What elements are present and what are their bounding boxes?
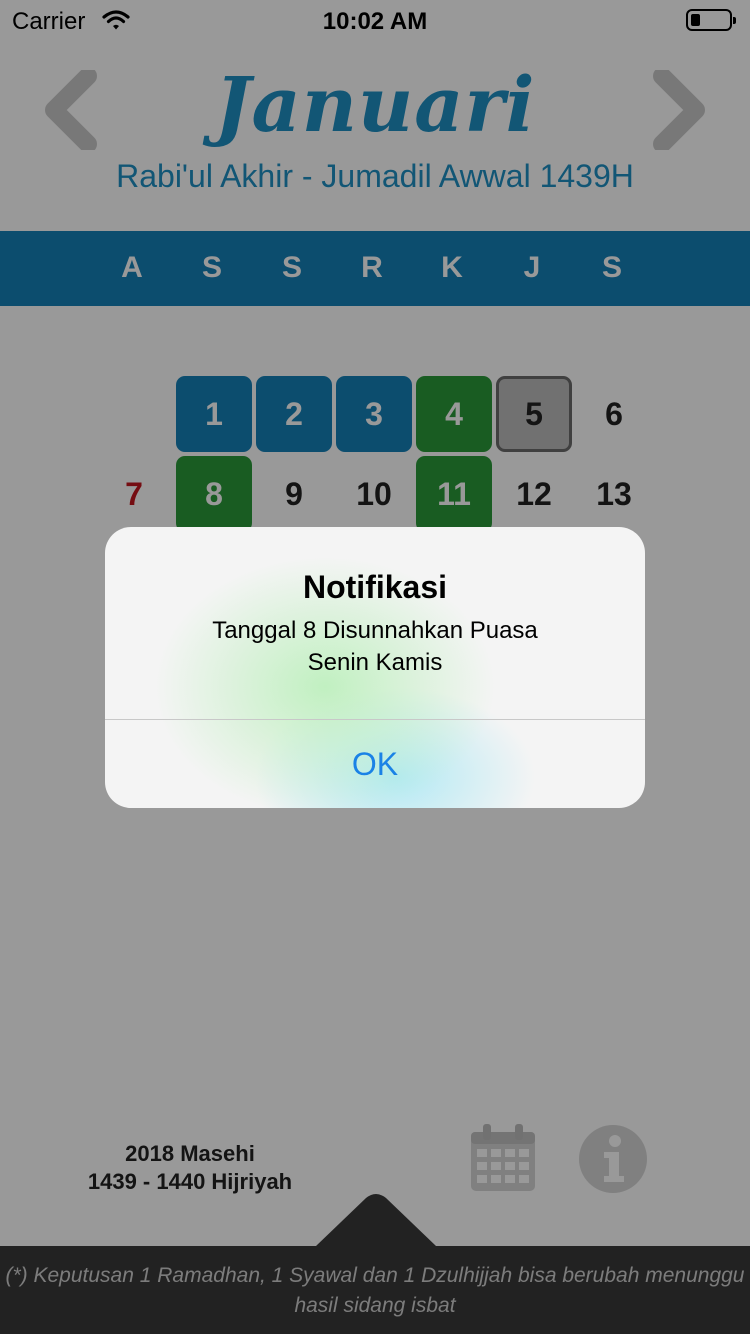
ok-button[interactable]: OK [105, 720, 645, 808]
alert-title: Notifikasi [302, 569, 448, 605]
alert-message-line: Tanggal 8 Disunnahkan Puasa [212, 617, 538, 644]
calendar-screen: Carrier 10:02 AM Januari Rabi'ul Akhir -… [0, 0, 750, 1334]
notification-alert: Notifikasi Tanggal 8 Disunnahkan Puasa S… [105, 527, 645, 808]
alert-message-line: Senin Kamis [307, 649, 443, 676]
alert-message: Tanggal 8 Disunnahkan Puasa Senin Kamis [145, 615, 605, 679]
